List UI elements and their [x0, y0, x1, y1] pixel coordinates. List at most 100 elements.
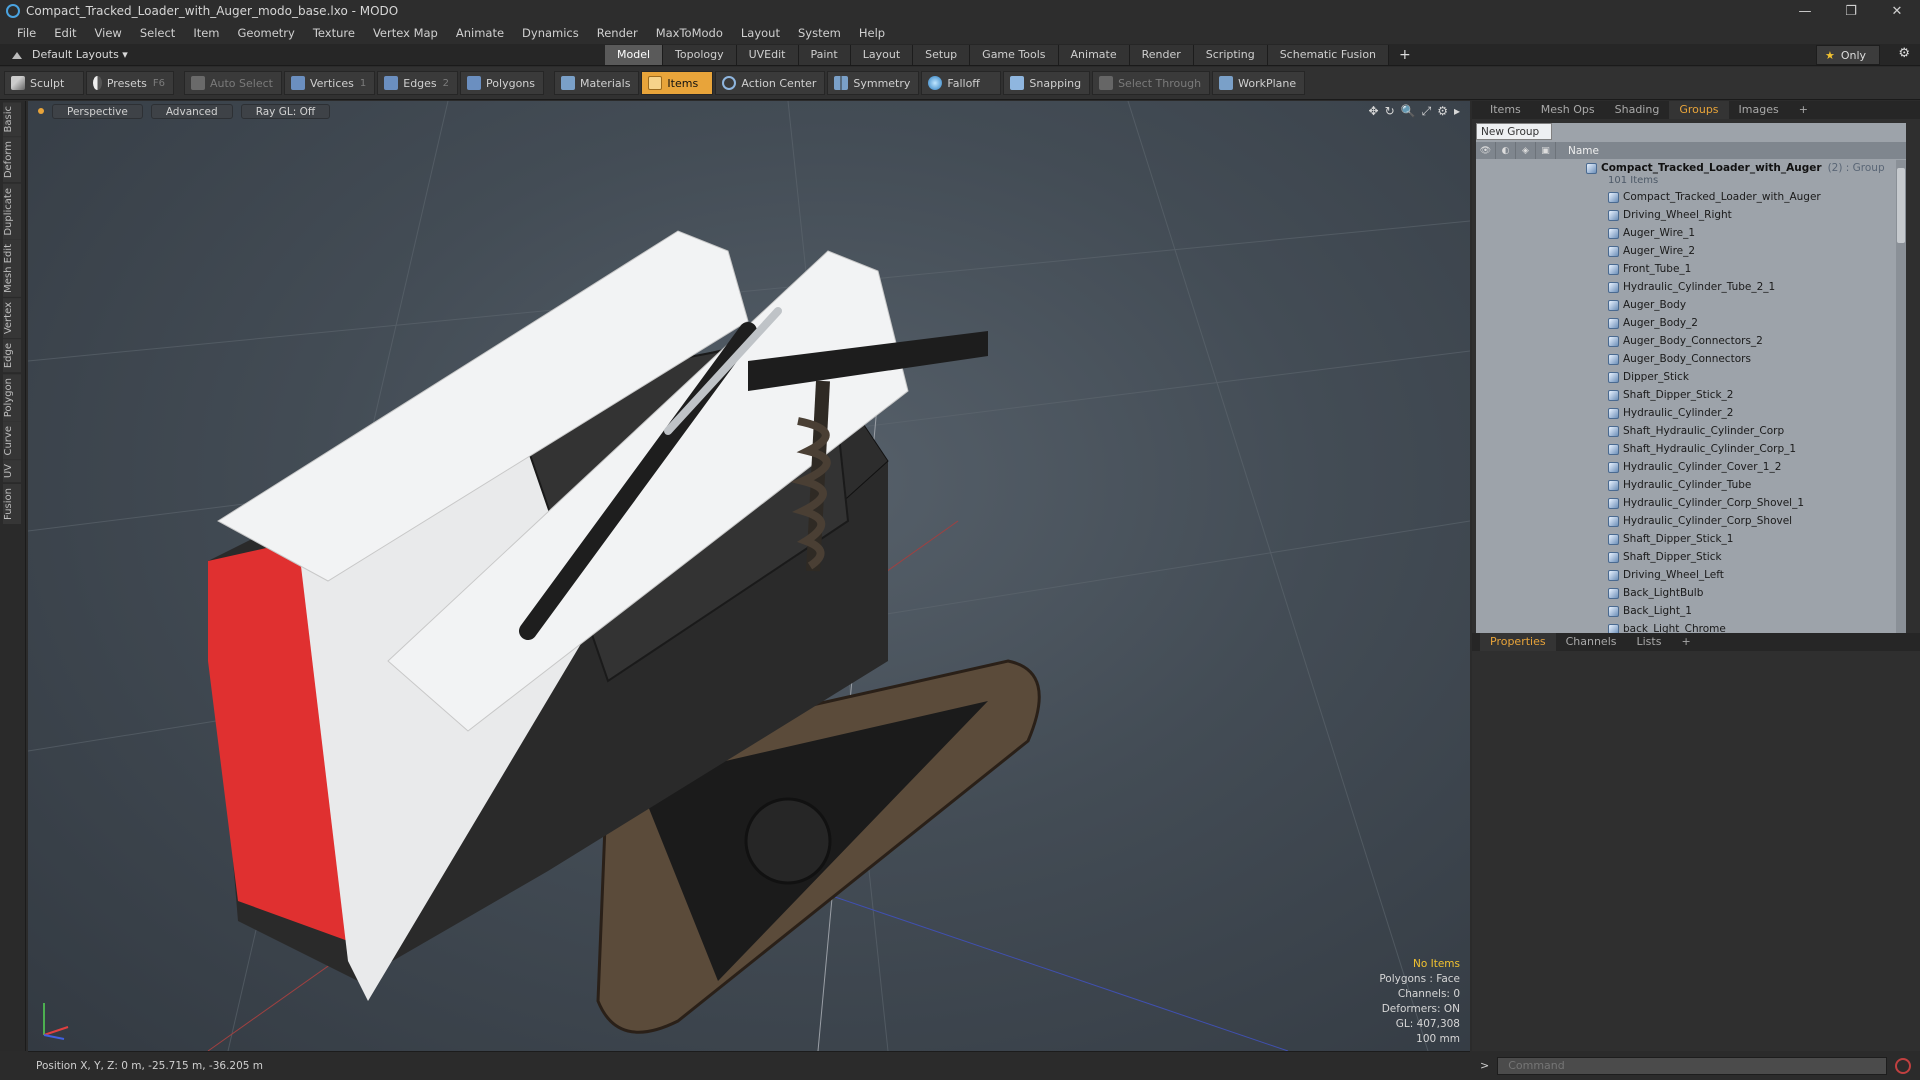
falloff-button[interactable]: Falloff — [921, 71, 1002, 95]
shading-dropdown[interactable]: Advanced — [150, 103, 233, 119]
action-center-button[interactable]: Action Center — [715, 71, 826, 95]
item-row[interactable]: Hydraulic_Cylinder_Corp_Shovel — [1476, 512, 1896, 530]
item-row[interactable]: Hydraulic_Cylinder_Cover_1_2 — [1476, 458, 1896, 476]
item-row[interactable]: Hydraulic_Cylinder_Tube — [1476, 476, 1896, 494]
item-row[interactable]: Shaft_Hydraulic_Cylinder_Corp — [1476, 422, 1896, 440]
props-panel-tab-lists[interactable]: Lists — [1627, 633, 1672, 651]
group-row[interactable]: Compact_Tracked_Loader_with_Auger (2) : G… — [1476, 160, 1896, 188]
name-column-header[interactable]: Name — [1556, 145, 1599, 157]
record-icon[interactable] — [1895, 1057, 1912, 1074]
items-panel-add-tab[interactable]: + — [1789, 101, 1818, 119]
tab-model[interactable]: Model — [605, 44, 664, 65]
menu-maxtomodo[interactable]: MaxToModo — [647, 22, 732, 44]
items-panel-tab-shading[interactable]: Shading — [1605, 101, 1670, 119]
item-row[interactable]: Hydraulic_Cylinder_2 — [1476, 404, 1896, 422]
raygl-toggle[interactable]: Ray GL: Off — [240, 103, 331, 119]
snapping-button[interactable]: Snapping — [1003, 71, 1091, 95]
viewport-settings-icon[interactable]: ⚙ — [1437, 104, 1448, 119]
3d-viewport[interactable]: Perspective Advanced Ray GL: Off ✥ ↻ 🔍 ⤢… — [28, 101, 1470, 1051]
auto-select-button[interactable]: Auto Select — [184, 71, 282, 95]
menu-help[interactable]: Help — [850, 22, 894, 44]
item-row[interactable]: Hydraulic_Cylinder_Tube_2_1 — [1476, 278, 1896, 296]
select-through-button[interactable]: Select Through — [1092, 71, 1211, 95]
items-panel-tab-items[interactable]: Items — [1480, 101, 1531, 119]
close-button[interactable]: ✕ — [1874, 4, 1920, 19]
view-type-dropdown[interactable]: Perspective — [52, 103, 143, 119]
tab-setup[interactable]: Setup — [913, 44, 971, 65]
select-column-icon[interactable]: ▣ — [1536, 142, 1556, 159]
tab-layout[interactable]: Layout — [850, 44, 914, 65]
tab-game-tools[interactable]: Game Tools — [970, 44, 1059, 65]
item-row[interactable]: Shaft_Dipper_Stick_1 — [1476, 530, 1896, 548]
items-panel-tab-groups[interactable]: Groups — [1669, 101, 1729, 119]
side-tab-deform[interactable]: Deform — [3, 137, 21, 183]
item-row[interactable]: Auger_Body_Connectors_2 — [1476, 332, 1896, 350]
item-row[interactable]: Shaft_Dipper_Stick — [1476, 548, 1896, 566]
props-panel-tab-channels[interactable]: Channels — [1556, 633, 1627, 651]
side-tab-polygon[interactable]: Polygon — [3, 373, 21, 421]
side-tab-duplicate[interactable]: Duplicate — [3, 183, 21, 240]
item-row[interactable]: Shaft_Hydraulic_Cylinder_Corp_1 — [1476, 440, 1896, 458]
menu-dynamics[interactable]: Dynamics — [513, 22, 588, 44]
props-panel-add-tab[interactable]: + — [1671, 633, 1700, 651]
viewport-menu-icon[interactable] — [36, 106, 46, 116]
tab-render[interactable]: Render — [1129, 44, 1194, 65]
workplane-button[interactable]: WorkPlane — [1212, 71, 1306, 95]
side-tab-curve[interactable]: Curve — [3, 421, 21, 460]
menu-system[interactable]: System — [789, 22, 850, 44]
menu-view[interactable]: View — [86, 22, 131, 44]
item-row[interactable]: Driving_Wheel_Right — [1476, 206, 1896, 224]
tab-uvedit[interactable]: UVEdit — [736, 44, 799, 65]
menu-texture[interactable]: Texture — [304, 22, 364, 44]
viewport-expand-icon[interactable]: ▸ — [1454, 104, 1460, 119]
menu-animate[interactable]: Animate — [447, 22, 513, 44]
menu-layout[interactable]: Layout — [732, 22, 789, 44]
scrollbar-thumb[interactable] — [1897, 168, 1905, 243]
fit-icon[interactable]: ⤢ — [1422, 104, 1432, 119]
only-toggle[interactable]: ★ Only — [1816, 45, 1880, 65]
side-tab-basic[interactable]: Basic — [3, 102, 21, 137]
items-panel-tab-images[interactable]: Images — [1729, 101, 1789, 119]
item-row[interactable]: Compact_Tracked_Loader_with_Auger — [1476, 188, 1896, 206]
pan-icon[interactable]: ✥ — [1369, 104, 1379, 119]
items-button[interactable]: Items — [641, 71, 714, 95]
side-tab-mesh-edit[interactable]: Mesh Edit — [3, 240, 21, 298]
tab-scripting[interactable]: Scripting — [1193, 44, 1268, 65]
side-tab-fusion[interactable]: Fusion — [3, 483, 21, 524]
materials-button[interactable]: Materials — [554, 71, 640, 95]
item-row[interactable]: Auger_Body_Connectors — [1476, 350, 1896, 368]
vertices-button[interactable]: Vertices 1 — [283, 71, 376, 95]
gear-icon[interactable]: ⚙ — [1898, 46, 1910, 61]
item-row[interactable]: Hydraulic_Cylinder_Corp_Shovel_1 — [1476, 494, 1896, 512]
command-input[interactable] — [1497, 1056, 1888, 1075]
side-tab-vertex[interactable]: Vertex — [3, 298, 21, 339]
item-row[interactable]: Auger_Body_2 — [1476, 314, 1896, 332]
menu-file[interactable]: File — [8, 22, 45, 44]
item-row[interactable]: Driving_Wheel_Left — [1476, 566, 1896, 584]
item-row[interactable]: Shaft_Dipper_Stick_2 — [1476, 386, 1896, 404]
edges-button[interactable]: Edges 2 — [377, 71, 459, 95]
menu-geometry[interactable]: Geometry — [229, 22, 304, 44]
item-row[interactable]: Auger_Body — [1476, 296, 1896, 314]
lock-column-icon[interactable]: ◈ — [1516, 142, 1536, 159]
layout-preset-dropdown[interactable]: Default Layouts ▾ — [32, 48, 128, 61]
render-column-icon[interactable]: ◐ — [1496, 142, 1516, 159]
menu-select[interactable]: Select — [131, 22, 184, 44]
side-tab-uv[interactable]: UV — [3, 460, 21, 483]
items-panel-tab-mesh-ops[interactable]: Mesh Ops — [1531, 101, 1605, 119]
restore-button[interactable]: ❐ — [1828, 4, 1874, 19]
sculpt-button[interactable]: Sculpt — [4, 71, 84, 95]
item-row[interactable]: Dipper_Stick — [1476, 368, 1896, 386]
item-row[interactable]: Back_Light_1 — [1476, 602, 1896, 620]
menu-render[interactable]: Render — [588, 22, 647, 44]
zoom-icon[interactable]: 🔍 — [1401, 104, 1416, 119]
rotate-icon[interactable]: ↻ — [1385, 104, 1395, 119]
symmetry-button[interactable]: Symmetry — [827, 71, 920, 95]
new-group-button[interactable]: New Group — [1476, 123, 1552, 140]
visibility-column-icon[interactable]: 👁 — [1476, 142, 1496, 159]
add-tab-button[interactable]: + — [1389, 47, 1421, 63]
tree-scrollbar[interactable] — [1896, 160, 1906, 647]
minimize-button[interactable]: — — [1782, 4, 1828, 19]
tab-schematic-fusion[interactable]: Schematic Fusion — [1267, 44, 1390, 65]
props-panel-tab-properties[interactable]: Properties — [1480, 633, 1556, 651]
